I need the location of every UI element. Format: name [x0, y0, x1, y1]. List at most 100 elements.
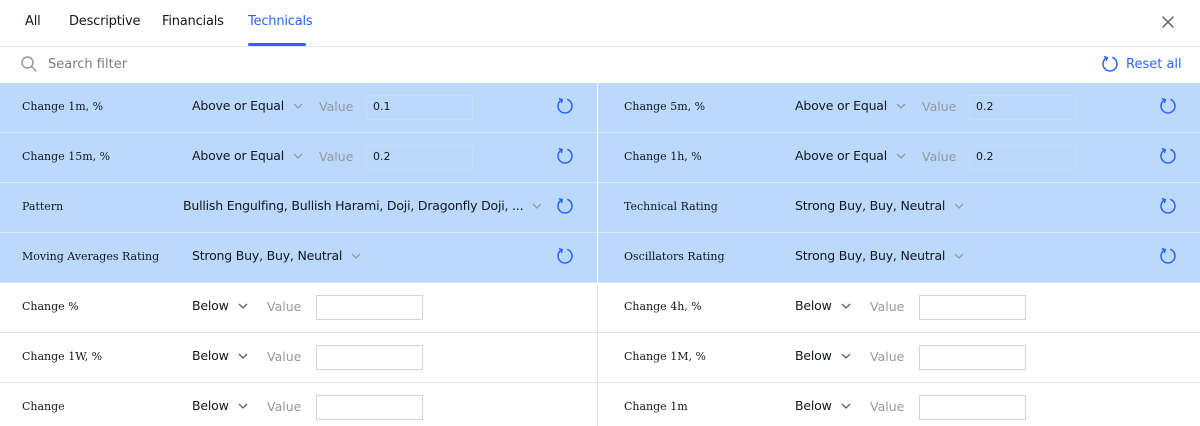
operator-dropdown[interactable]: Strong Buy, Buy, Neutral — [795, 198, 965, 213]
operator-label: Below — [795, 398, 832, 413]
tab-all[interactable]: All — [25, 14, 41, 29]
operator-label: Strong Buy, Buy, Neutral — [192, 248, 343, 263]
chevron-down-icon — [841, 303, 851, 309]
filter-label: Oscillators Rating — [624, 250, 725, 263]
filter-change-1m-abs: Change 1m Below Value — [598, 383, 1200, 426]
operator-dropdown[interactable]: Above or Equal — [795, 98, 907, 113]
operator-label: Strong Buy, Buy, Neutral — [795, 248, 946, 263]
reset-icon[interactable] — [1159, 147, 1177, 165]
value-placeholder: Value — [267, 399, 302, 414]
filter-row: Moving Averages Rating Strong Buy, Buy, … — [0, 233, 1200, 283]
reset-icon[interactable] — [556, 97, 574, 115]
chevron-down-icon — [954, 253, 964, 259]
reset-all-label: Reset all — [1126, 56, 1182, 72]
operator-label: Below — [192, 298, 229, 313]
operator-label: Strong Buy, Buy, Neutral — [795, 198, 946, 213]
filter-label: Technical Rating — [624, 200, 718, 213]
reset-icon — [1102, 56, 1118, 72]
operator-dropdown[interactable]: Above or Equal — [192, 98, 304, 113]
operator-dropdown[interactable]: Strong Buy, Buy, Neutral — [795, 248, 965, 263]
operator-dropdown[interactable]: Below — [795, 348, 852, 363]
chevron-down-icon — [238, 403, 248, 409]
filter-label: Change — [22, 400, 65, 413]
filter-row: Change 1m, % Above or Equal Value 0.1 Ch… — [0, 83, 1200, 133]
operator-dropdown[interactable]: Bullish Engulfing, Bullish Harami, Doji,… — [183, 198, 543, 213]
operator-dropdown[interactable]: Above or Equal — [192, 148, 304, 163]
operator-label: Below — [192, 348, 229, 363]
filter-label: Change 1h, % — [624, 150, 702, 163]
filter-row: Change % Below Value Change 4h, % Below … — [0, 283, 1200, 333]
filter-change: Change Below Value — [0, 383, 597, 426]
search-input[interactable] — [48, 53, 548, 75]
value-input[interactable] — [316, 345, 423, 370]
filter-change-1h-pct: Change 1h, % Above or Equal Value 0.2 — [598, 133, 1200, 182]
operator-dropdown[interactable]: Below — [795, 398, 852, 413]
reset-icon[interactable] — [1159, 247, 1177, 265]
chevron-down-icon — [351, 253, 361, 259]
filter-label: Change 1m — [624, 400, 688, 413]
filter-change-1m-pct: Change 1m, % Above or Equal Value 0.1 — [0, 83, 597, 132]
reset-icon[interactable] — [1159, 97, 1177, 115]
tab-technicals[interactable]: Technicals — [248, 14, 313, 29]
search-bar: Reset all — [0, 47, 1200, 83]
operator-dropdown[interactable]: Below — [192, 398, 249, 413]
chevron-down-icon — [896, 103, 906, 109]
chevron-down-icon — [841, 403, 851, 409]
filter-label: Change 5m, % — [624, 100, 706, 113]
value-placeholder: Value — [267, 299, 302, 314]
operator-dropdown[interactable]: Strong Buy, Buy, Neutral — [192, 248, 362, 263]
chevron-down-icon — [238, 303, 248, 309]
filter-change-pct: Change % Below Value — [0, 283, 597, 332]
filter-label: Change 1W, % — [22, 350, 103, 363]
value-text: 0.2 — [373, 150, 391, 163]
filter-oscillators-rating: Oscillators Rating Strong Buy, Buy, Neut… — [598, 233, 1200, 282]
value-text: 0.2 — [976, 100, 994, 113]
value-placeholder: Value — [922, 149, 957, 164]
value-input[interactable] — [316, 295, 423, 320]
filter-change-5m-pct: Change 5m, % Above or Equal Value 0.2 — [598, 83, 1200, 132]
operator-dropdown[interactable]: Above or Equal — [795, 148, 907, 163]
filter-pattern: Pattern Bullish Engulfing, Bullish Haram… — [0, 183, 597, 232]
operator-dropdown[interactable]: Below — [192, 298, 249, 313]
chevron-down-icon — [841, 353, 851, 359]
value-placeholder: Value — [319, 99, 354, 114]
value-input[interactable] — [919, 295, 1026, 320]
reset-icon[interactable] — [556, 247, 574, 265]
operator-label: Above or Equal — [795, 148, 888, 163]
filter-change-15m-pct: Change 15m, % Above or Equal Value 0.2 — [0, 133, 597, 182]
operator-label: Below — [192, 398, 229, 413]
value-text: 0.1 — [373, 100, 391, 113]
value-placeholder: Value — [319, 149, 354, 164]
value-input[interactable] — [919, 345, 1026, 370]
reset-icon[interactable] — [556, 147, 574, 165]
operator-label: Above or Equal — [795, 98, 888, 113]
value-placeholder: Value — [922, 99, 957, 114]
operator-label: Below — [795, 298, 832, 313]
chevron-down-icon — [532, 203, 542, 209]
filter-change-1m-month-pct: Change 1M, % Below Value — [598, 333, 1200, 382]
active-tab-indicator — [248, 43, 306, 46]
tab-descriptive[interactable]: Descriptive — [69, 14, 141, 29]
value-input[interactable] — [919, 395, 1026, 420]
filter-label: Change % — [22, 300, 79, 313]
reset-all-button[interactable]: Reset all — [1101, 54, 1182, 74]
filter-change-4h-pct: Change 4h, % Below Value — [598, 283, 1200, 332]
chevron-down-icon — [293, 153, 303, 159]
reset-icon[interactable] — [1159, 197, 1177, 215]
value-placeholder: Value — [870, 399, 905, 414]
filter-tabs: All Descriptive Financials Technicals — [0, 0, 1200, 47]
chevron-down-icon — [293, 103, 303, 109]
operator-dropdown[interactable]: Below — [192, 348, 249, 363]
filter-row: Change 15m, % Above or Equal Value 0.2 C… — [0, 133, 1200, 183]
close-icon[interactable] — [1158, 12, 1178, 32]
reset-icon[interactable] — [556, 197, 574, 215]
operator-dropdown[interactable]: Below — [795, 298, 852, 313]
filter-row: Pattern Bullish Engulfing, Bullish Haram… — [0, 183, 1200, 233]
tab-financials[interactable]: Financials — [162, 14, 224, 29]
value-input[interactable] — [316, 395, 423, 420]
operator-label: Below — [795, 348, 832, 363]
filter-row: Change Below Value Change 1m Below Value — [0, 383, 1200, 426]
filter-technical-rating: Technical Rating Strong Buy, Buy, Neutra… — [598, 183, 1200, 232]
operator-label: Above or Equal — [192, 98, 285, 113]
value-placeholder: Value — [267, 349, 302, 364]
